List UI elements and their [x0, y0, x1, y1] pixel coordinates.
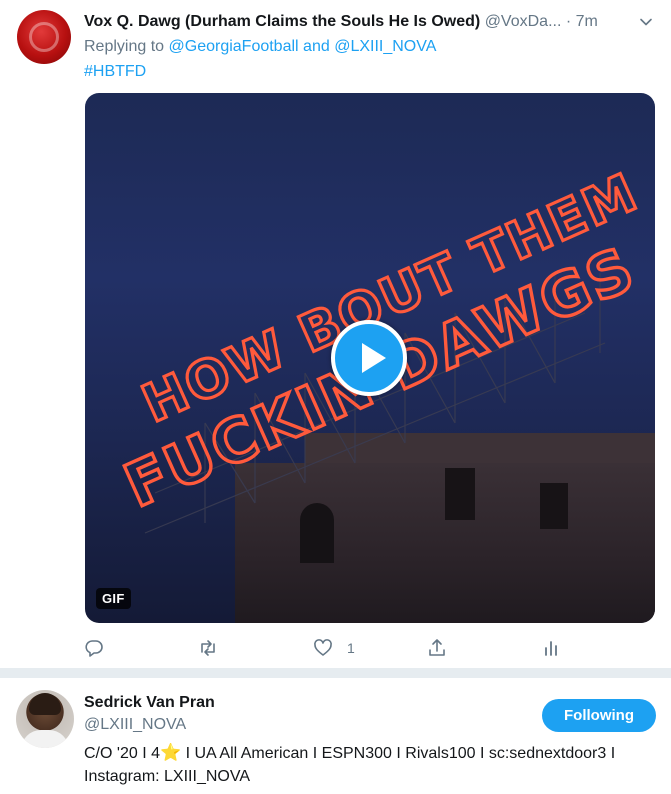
chevron-down-icon[interactable] [639, 15, 653, 29]
profile-bio: C/O '20 I 4⭐ I UA All American I ESPN300… [84, 741, 654, 788]
separator-dot: · [565, 13, 572, 30]
play-icon [362, 343, 386, 373]
replying-prefix: Replying to [84, 38, 165, 55]
gif-media[interactable]: HOW BOUT THEM FUCKIN DAWGS GIF [85, 93, 655, 623]
bio-text-start: C/O '20 I 4 [84, 745, 160, 762]
retweet-button[interactable] [198, 637, 218, 659]
tweet[interactable]: Vox Q. Dawg (Durham Claims the Souls He … [0, 0, 671, 668]
retweet-icon [201, 640, 215, 656]
reply-user-link-georgiafootball[interactable]: @GeorgiaFootball [169, 38, 299, 55]
share-icon [429, 639, 445, 656]
heart-icon [314, 639, 332, 656]
analytics-icon [545, 641, 557, 656]
reply-and-text: and [303, 38, 330, 55]
gif-badge: GIF [96, 588, 131, 609]
star-icon: ⭐ [159, 743, 182, 762]
like-button[interactable]: 1 [313, 637, 355, 659]
section-divider [0, 668, 671, 678]
avatar-hair [29, 693, 61, 715]
replying-to: Replying to @GeorgiaFootball and @LXIII_… [84, 38, 436, 56]
avatar[interactable] [17, 10, 71, 64]
display-name[interactable]: Vox Q. Dawg (Durham Claims the Souls He … [84, 13, 480, 30]
profile-name[interactable]: Sedrick Van Pran [84, 694, 215, 712]
play-button[interactable] [331, 320, 407, 396]
reply-button[interactable] [84, 637, 104, 659]
tweet-header: Vox Q. Dawg (Durham Claims the Souls He … [84, 13, 598, 31]
reply-icon [85, 640, 103, 657]
like-count: 1 [347, 640, 355, 656]
user-handle[interactable]: @VoxDa... [485, 13, 562, 30]
reply-user-link-lxiii-nova[interactable]: @LXIII_NOVA [334, 38, 436, 55]
timestamp[interactable]: 7m [576, 13, 598, 30]
tweet-actions: 1 [84, 637, 564, 659]
share-button[interactable] [427, 637, 447, 659]
avatar-shirt [21, 730, 69, 748]
profile-handle[interactable]: @LXIII_NOVA [84, 716, 186, 734]
analytics-button[interactable] [541, 637, 561, 659]
following-button[interactable]: Following [542, 699, 656, 732]
profile-card[interactable]: Sedrick Van Pran @LXIII_NOVA Following C… [0, 678, 671, 794]
georgia-logo-icon [29, 22, 59, 52]
hashtag-link[interactable]: #HBTFD [84, 63, 146, 81]
profile-avatar[interactable] [16, 690, 74, 748]
